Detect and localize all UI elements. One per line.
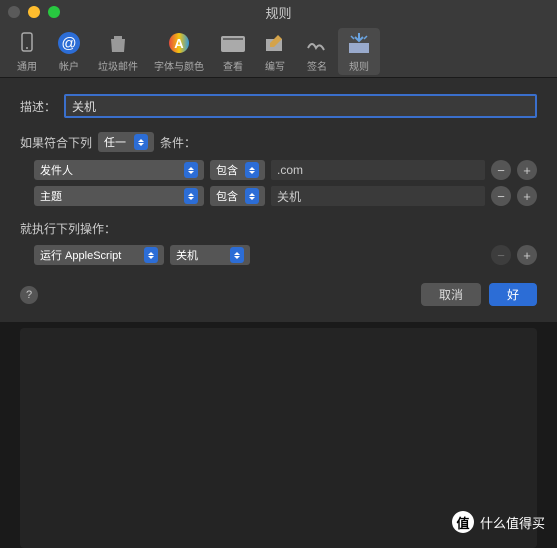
condition-row: 发件人 包含 − + [34,160,537,180]
dropdown-value: 发件人 [40,162,73,178]
dropdown-value: 包含 [216,162,238,178]
condition-operator-dropdown[interactable]: 包含 [210,186,265,206]
signatures-icon [304,30,330,56]
help-button[interactable]: ? [20,286,38,304]
preferences-toolbar: 通用 @ 帐户 垃圾邮件 A 字体与颜色 查看 编写 签名 规则 [0,24,557,78]
cancel-button[interactable]: 取消 [421,283,481,306]
description-label: 描述： [20,98,56,115]
tab-composing[interactable]: 编写 [254,28,296,75]
tab-junk[interactable]: 垃圾邮件 [90,28,146,75]
close-window-button[interactable] [8,6,20,18]
tab-fonts[interactable]: A 字体与颜色 [146,28,212,75]
rules-icon [346,30,372,56]
tab-viewing[interactable]: 查看 [212,28,254,75]
viewing-icon [220,30,246,56]
minimize-window-button[interactable] [28,6,40,18]
condition-value-input[interactable] [271,160,485,180]
condition-field-dropdown[interactable]: 主题 [34,186,204,206]
condition-operator-dropdown[interactable]: 包含 [210,160,265,180]
dropdown-value: 主题 [40,188,62,204]
tab-label: 规则 [349,58,369,73]
dropdown-arrows-icon [144,247,158,263]
ok-button[interactable]: 好 [489,283,537,306]
maximize-window-button[interactable] [48,6,60,18]
composing-icon [262,30,288,56]
condition-value-input[interactable] [271,186,485,206]
tab-label: 签名 [307,58,327,73]
dropdown-value: 关机 [176,247,198,263]
dropdown-value: 包含 [216,188,238,204]
tab-label: 通用 [17,58,37,73]
condition-field-dropdown[interactable]: 发件人 [34,160,204,180]
remove-action-button: − [491,245,511,265]
action-row: 运行 AppleScript 关机 − + [20,245,537,265]
dropdown-arrows-icon [230,247,244,263]
svg-text:A: A [174,36,184,51]
general-icon [14,30,40,56]
action-type-dropdown[interactable]: 运行 AppleScript [34,245,164,265]
watermark: 值 什么值得买 [452,511,545,533]
if-prefix-label: 如果符合下列 [20,134,92,151]
remove-condition-button[interactable]: − [491,160,511,180]
junk-icon [105,30,131,56]
add-condition-button[interactable]: + [517,186,537,206]
match-mode-dropdown[interactable]: 任一 [98,132,154,152]
tab-rules[interactable]: 规则 [338,28,380,75]
dropdown-value: 运行 AppleScript [40,247,121,263]
dropdown-arrows-icon [184,188,198,204]
dropdown-arrows-icon [245,188,259,204]
watermark-icon: 值 [452,511,474,533]
then-label: 就执行下列操作： [20,220,537,237]
add-condition-button[interactable]: + [517,160,537,180]
tab-label: 帐户 [59,58,79,73]
accounts-icon: @ [56,30,82,56]
tab-accounts[interactable]: @ 帐户 [48,28,90,75]
remove-condition-button[interactable]: − [491,186,511,206]
tab-label: 垃圾邮件 [98,58,138,73]
condition-row: 主题 包含 − + [34,186,537,206]
tab-label: 字体与颜色 [154,58,204,73]
window-title: 规则 [265,3,291,22]
description-input[interactable] [64,94,537,118]
if-suffix-label: 条件： [160,134,196,151]
dropdown-arrows-icon [184,162,198,178]
tab-label: 查看 [223,58,243,73]
dropdown-arrows-icon [245,162,259,178]
dropdown-value: 任一 [104,134,126,150]
tab-general[interactable]: 通用 [6,28,48,75]
titlebar: 规则 [0,0,557,24]
action-target-dropdown[interactable]: 关机 [170,245,250,265]
tab-label: 编写 [265,58,285,73]
svg-text:@: @ [61,35,76,52]
add-action-button[interactable]: + [517,245,537,265]
fonts-icon: A [166,30,192,56]
dropdown-arrows-icon [134,134,148,150]
tab-signatures[interactable]: 签名 [296,28,338,75]
watermark-text: 什么值得买 [480,513,545,532]
